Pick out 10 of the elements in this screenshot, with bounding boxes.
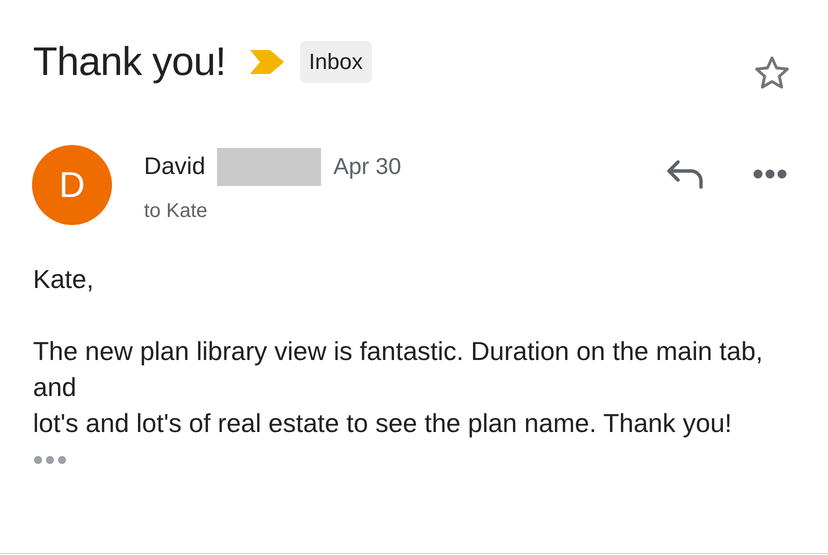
sender-avatar: D — [32, 145, 112, 225]
sender-name: David — [144, 152, 206, 180]
recipient-text[interactable]: to Kate — [144, 200, 634, 222]
greeting-text: Kate, — [33, 263, 95, 296]
inbox-label[interactable]: Inbox — [300, 41, 372, 83]
show-trimmed-icon[interactable] — [33, 455, 69, 465]
email-date: Apr 30 — [333, 153, 402, 180]
body-paragraph: lot's and lot's of real estate to see the plan name. Thank you! — [33, 407, 733, 440]
more-options-icon[interactable] — [752, 168, 788, 180]
email-subject: Thank you! — [33, 40, 226, 84]
